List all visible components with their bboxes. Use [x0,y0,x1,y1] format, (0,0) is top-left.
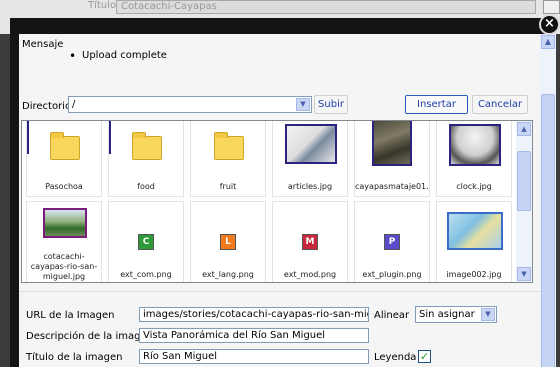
background-field-label: Título [88,0,117,11]
file-name: food [137,182,155,191]
align-label: Alinear [374,310,410,321]
file-item[interactable]: L ext_lang.png [190,201,266,282]
background-title-field: Cotacachi-Cayapas [116,0,536,14]
plugin-icon: P [384,234,400,250]
align-value: Sin asignar [419,309,475,320]
file-item[interactable]: M ext_mod.png [272,201,348,282]
file-item[interactable]: cayapasmataje01.j [354,121,430,197]
image-thumbnail [285,124,337,164]
scroll-up-icon[interactable]: ▲ [517,122,531,136]
description-label: Descripción de la imagen [26,331,153,342]
file-browser-scrollbar[interactable]: ▲ ▼ [516,121,532,282]
png-letter: P [388,237,396,247]
file-name: cotacachi-cayapas-rio-san-miguel.jpg [30,252,98,281]
url-label: URL de la Imagen [26,310,115,321]
directory-value: / [72,99,76,110]
file-name: articles.jpg [287,182,333,191]
file-name: clock.jpg [456,182,492,191]
directory-label: Directorio [22,101,72,112]
folder-icon [50,132,80,160]
description-input[interactable]: Vista Panorámica del Río San Miguel [139,328,369,343]
file-name: ext_plugin.png [362,270,422,279]
caption-checkbox[interactable]: ✓ [418,350,431,363]
folder-icon [214,132,244,160]
scrollbar-thumb[interactable] [517,151,531,211]
file-item[interactable]: P ext_plugin.png [354,201,430,282]
cancel-button[interactable]: Cancelar [472,95,528,114]
file-name: fruit [219,182,237,191]
image-title-input[interactable]: Río San Miguel [139,349,369,364]
file-name: ext_lang.png [202,270,254,279]
file-item[interactable]: C ext_com.png [108,201,184,282]
insert-button[interactable]: Insertar [405,95,468,114]
file-item[interactable]: Pasochoa [26,121,102,197]
background-button [543,0,560,14]
close-button[interactable]: × [539,14,560,35]
file-name: ext_com.png [120,270,172,279]
directory-select[interactable]: / ▼ [68,96,312,113]
file-item[interactable]: articles.jpg [272,121,348,197]
caption-label: Leyenda [374,352,417,363]
png-letter: M [305,237,315,247]
file-name: ext_mod.png [283,270,337,279]
message-label: Mensaje [22,39,64,50]
chevron-down-icon[interactable]: ▼ [296,98,310,111]
dialog-scrollbar[interactable]: ▲ [540,34,556,367]
image-thumbnail [43,208,87,238]
divider [19,291,540,292]
image-title-label: Título de la imagen [26,352,123,363]
message-item: Upload complete [69,49,167,63]
file-browser: Pasochoa food fruit articles.jpg cayapas… [21,120,533,283]
png-letter: L [225,237,231,247]
file-item[interactable]: food [108,121,184,197]
file-name: cayapasmataje01.j [355,182,429,191]
align-select[interactable]: Sin asignar ▼ [415,306,497,323]
scroll-down-icon[interactable]: ▼ [517,267,531,281]
selection-marker [109,121,111,154]
png-letter: C [142,237,150,247]
folder-icon [132,132,162,160]
upload-button[interactable]: Subir [314,95,348,114]
file-item[interactable]: image002.jpg [436,201,512,282]
url-input[interactable]: images/stories/cotacachi-cayapas-rio-san… [139,307,369,322]
file-item[interactable]: cotacachi-cayapas-rio-san-miguel.jpg [26,201,102,282]
scroll-up-icon[interactable]: ▲ [541,35,555,49]
scrollbar-thumb[interactable] [541,94,555,367]
image-thumbnail [372,121,412,166]
chevron-down-icon[interactable]: ▼ [481,308,495,321]
selection-marker [27,121,29,154]
image-thumbnail [449,124,501,166]
module-icon: M [302,234,318,250]
component-icon: C [138,234,154,250]
language-icon: L [220,234,236,250]
file-item[interactable]: clock.jpg [436,121,512,197]
file-item[interactable]: fruit [190,121,266,197]
image-thumbnail [447,212,503,250]
file-name: image002.jpg [446,270,502,279]
file-name: Pasochoa [45,182,83,191]
